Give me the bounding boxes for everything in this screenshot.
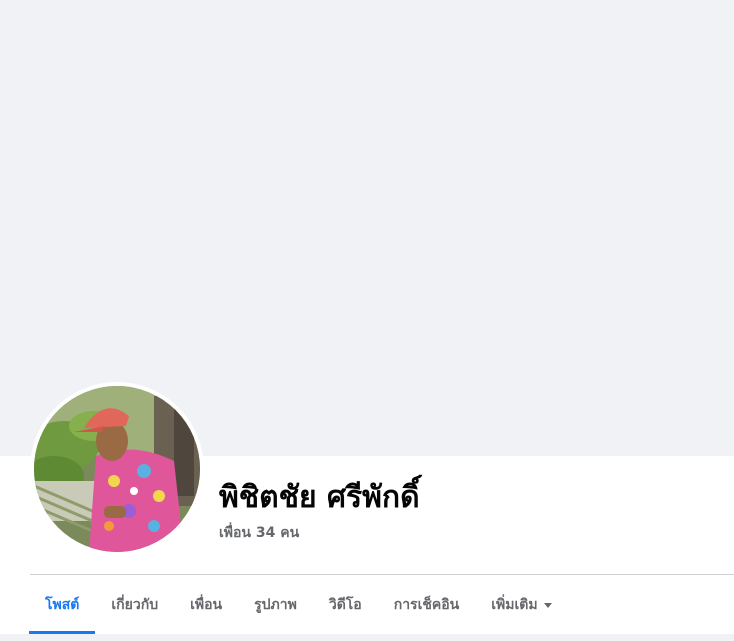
tab-photos[interactable]: รูปภาพ <box>238 576 313 634</box>
tabs-divider <box>30 574 734 575</box>
profile-tabs: โพสต์ เกี่ยวกับ เพื่อน รูปภาพ วิดีโอ การ… <box>29 576 568 634</box>
caret-down-icon <box>543 602 552 608</box>
tab-label: เพื่อน <box>190 597 223 613</box>
profile-picture-frame <box>30 382 204 556</box>
profile-picture[interactable] <box>34 386 200 552</box>
tab-check-ins[interactable]: การเช็คอิน <box>378 576 476 634</box>
friend-count[interactable]: เพื่อน 34 คน <box>219 523 299 543</box>
tab-videos[interactable]: วิดีโอ <box>313 576 378 634</box>
tab-label: เกี่ยวกับ <box>111 597 159 613</box>
profile-name: พิชิตชัย ศรีพักดิ์ <box>219 480 420 515</box>
tab-label: โพสต์ <box>45 597 80 613</box>
tab-more[interactable]: เพิ่มเติม <box>475 576 567 634</box>
content-background <box>0 634 734 641</box>
tab-label: เพิ่มเติม <box>491 597 538 613</box>
tab-friends[interactable]: เพื่อน <box>174 576 238 634</box>
tab-about[interactable]: เกี่ยวกับ <box>95 576 174 634</box>
profile-page: พิชิตชัย ศรีพักดิ์ เพื่อน 34 คน โพสต์ เก… <box>0 0 734 641</box>
tab-label: การเช็คอิน <box>393 597 460 613</box>
tab-label: รูปภาพ <box>254 597 297 613</box>
profile-photo-image <box>34 386 200 552</box>
tab-label: วิดีโอ <box>328 597 362 613</box>
tab-posts[interactable]: โพสต์ <box>29 576 96 634</box>
